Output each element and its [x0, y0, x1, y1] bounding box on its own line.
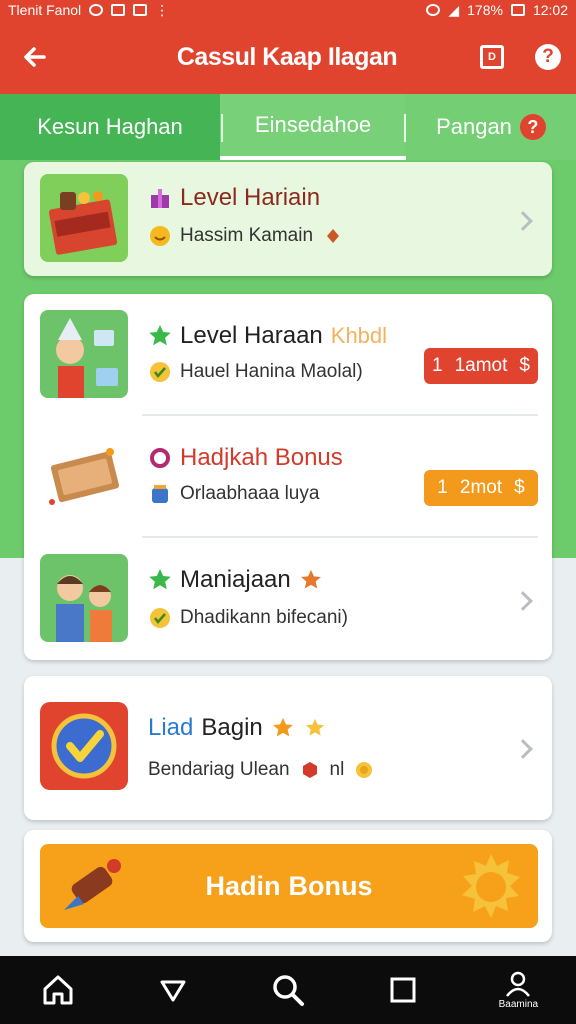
alarm-icon — [426, 4, 441, 16]
nav-search[interactable] — [248, 956, 328, 1024]
rocket-icon — [64, 859, 121, 910]
star-orange-icon — [299, 568, 323, 592]
nav-profile[interactable]: Baamina — [478, 956, 558, 1024]
carrier-label: Tlenit Fanol — [8, 2, 82, 18]
card-subtitle: Hassim Kamain — [180, 225, 314, 246]
tab-kesun-haghan[interactable]: Kesun Haghan — [0, 94, 220, 160]
bonus-label-prefix: Hadin — [205, 870, 281, 901]
checkmark-thumbnail — [40, 702, 128, 790]
card-title: Bagin — [201, 714, 263, 741]
clock-icon — [89, 4, 104, 16]
help-icon: ? — [535, 44, 561, 70]
status-time: 12:02 — [532, 2, 568, 18]
battery-level: 178% — [467, 2, 503, 18]
jar-icon — [148, 482, 172, 506]
bottom-nav-bar: Baamina — [0, 956, 576, 1024]
page-title: Cassul Kaap Ilagan — [176, 42, 398, 71]
question-badge-icon: ? — [519, 114, 546, 140]
signal-icon: ◢ — [448, 1, 460, 18]
item-subtitle: Orlaabhaaa luya — [180, 483, 320, 504]
tab-divider — [404, 114, 406, 142]
sparkle-star-icon — [303, 716, 327, 740]
chevron-right-icon — [513, 211, 533, 231]
item-subtitle: Hauel Hanina Maolal) — [180, 361, 363, 382]
nav-profile-label: Baamina — [498, 998, 539, 1010]
card-liad-bagin[interactable]: Liad Bagin Bendariag Ulean nl — [24, 676, 552, 820]
card-subtitle: Bendariag Ulean — [148, 759, 290, 780]
reward-pill[interactable]: 1 1amot $ — [424, 348, 538, 384]
bonus-sign-thumbnail — [40, 432, 128, 520]
square-icon — [390, 977, 416, 1003]
coin-icon — [321, 224, 345, 248]
item-title: Level Haraan — [180, 322, 323, 349]
app-notification-icon — [133, 4, 148, 16]
reward-pill[interactable]: 1 2mot $ — [424, 470, 538, 506]
bonus-label: Bonus — [288, 870, 373, 901]
card-title: Level Hariain — [180, 184, 321, 211]
card-title-prefix: Liad — [148, 714, 194, 741]
home-icon — [43, 975, 73, 1005]
tab-einsedahoe[interactable]: Einsedahoe — [220, 94, 406, 160]
item-title: Maniajaan — [180, 566, 291, 593]
tab-label: Kesun Haghan — [37, 114, 183, 139]
tab-label: Pangan — [436, 114, 512, 139]
profile-icon — [506, 971, 531, 997]
gem-icon — [298, 758, 322, 782]
star-icon — [148, 324, 172, 348]
nav-recents[interactable] — [363, 956, 443, 1024]
notification-icon — [111, 4, 126, 16]
pill-label: 1amot — [454, 355, 508, 376]
app-bar: Cassul Kaap Ilagan D ? — [0, 20, 576, 94]
item-subtitle: Dhadikann bifecani) — [180, 607, 348, 628]
search-icon — [273, 975, 304, 1006]
document-button[interactable]: D — [464, 20, 520, 94]
tab-divider — [221, 114, 223, 142]
nav-back[interactable] — [133, 956, 213, 1024]
list-item-hadjkah-bonus[interactable]: Hadjkah Bonus Orlaabhaaa luya 1 2mot $ — [24, 416, 552, 536]
back-arrow-icon — [24, 47, 46, 67]
tab-bar: Kesun Haghan Einsedahoe Pangan ? — [0, 94, 576, 160]
chevron-right-icon — [513, 739, 533, 759]
card-group-levels: Level Haraan Khbdl Hauel Hanina Maolal) … — [24, 294, 552, 660]
battery-icon — [510, 4, 525, 16]
smiley-icon — [148, 224, 172, 248]
card-level-hariain[interactable]: Level Hariain Hassim Kamain — [24, 162, 552, 276]
pill-currency: $ — [519, 355, 530, 376]
more-dots-icon: ⋮ — [155, 1, 170, 18]
tab-pangan[interactable]: Pangan ? — [406, 94, 576, 160]
status-bar: Tlenit Fanol ⋮ ◢ 178% 12:02 — [0, 0, 576, 20]
family-thumbnail — [40, 554, 128, 642]
chevron-right-icon — [513, 591, 533, 611]
help-button[interactable]: ? — [520, 20, 576, 94]
back-triangle-icon — [160, 980, 186, 1002]
list-item-maniajaan[interactable]: Maniajaan Dhadikann bifecani) — [24, 538, 552, 660]
coin-icon — [352, 758, 376, 782]
hadin-bonus-button[interactable]: Hadin Bonus — [40, 844, 538, 928]
star-icon — [271, 716, 295, 740]
back-button[interactable] — [0, 20, 70, 94]
pill-count: 1 — [432, 355, 443, 376]
pill-currency: $ — [514, 477, 525, 498]
gift-box-thumbnail — [40, 174, 128, 262]
tab-label: Einsedahoe — [254, 112, 372, 137]
character-thumbnail — [40, 310, 128, 398]
card-subtitle-suffix: nl — [329, 759, 345, 780]
sun-icon — [462, 854, 520, 918]
document-icon: D — [480, 45, 504, 69]
gift-icon — [148, 186, 172, 210]
star-icon — [148, 568, 172, 592]
pill-label: 2mot — [459, 477, 503, 498]
item-extra: Khbdl — [330, 323, 388, 348]
nav-home[interactable] — [18, 956, 98, 1024]
ring-icon — [148, 446, 172, 470]
list-item-level-haraan[interactable]: Level Haraan Khbdl Hauel Hanina Maolal) … — [24, 294, 552, 414]
item-title: Hadjkah Bonus — [180, 444, 343, 471]
check-circle-icon — [148, 360, 172, 384]
check-circle-icon — [148, 606, 172, 630]
pill-count: 1 — [437, 477, 448, 498]
